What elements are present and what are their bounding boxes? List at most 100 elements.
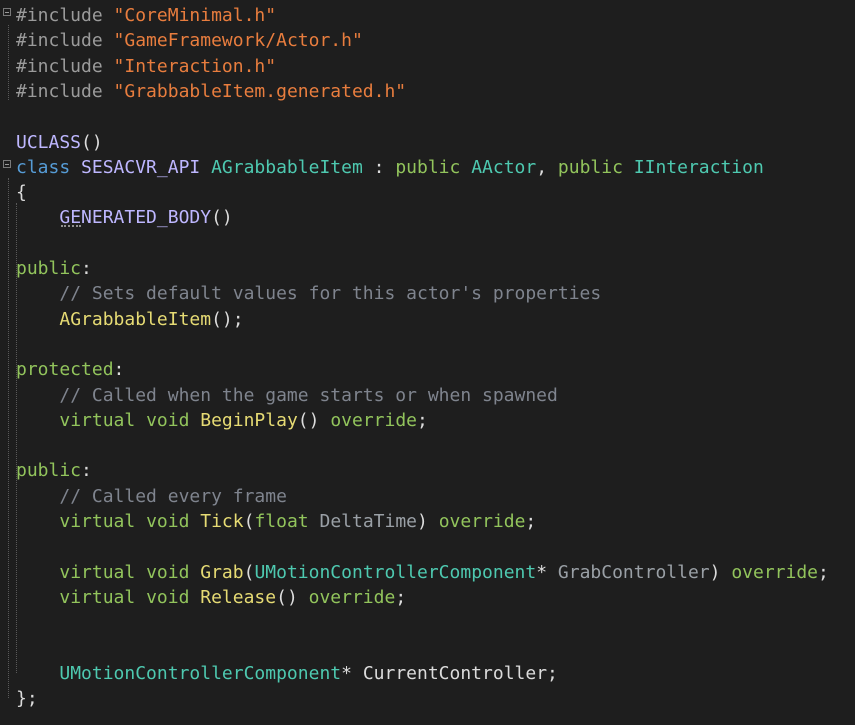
code-token: public (557, 156, 634, 178)
code-token: AGrabbableItem (59, 308, 212, 330)
code-token: , (536, 156, 558, 178)
code-line-text: #include "GameFramework/Actor.h" (16, 28, 363, 53)
code-token: ( (243, 561, 255, 583)
code-token: : (81, 460, 92, 482)
code-token: : (81, 258, 92, 279)
code-line-text: }; (16, 686, 38, 711)
code-token: virtual (59, 409, 147, 431)
code-token: Grab (200, 561, 244, 583)
code-token: override (330, 409, 418, 431)
code-token: void (146, 409, 201, 431)
code-token: "GameFramework/Actor.h" (113, 30, 363, 52)
code-token: virtual (59, 511, 147, 532)
code-token: () (211, 207, 233, 229)
code-line-text: class SESACVR_API AGrabbableItem : publi… (16, 155, 764, 180)
code-token: GrabController (557, 561, 710, 583)
code-line-text: { (16, 180, 27, 205)
code-token: ; (525, 511, 537, 532)
code-line-text: UMotionControllerComponent* CurrentContr… (16, 661, 558, 686)
code-token: UMotionControllerComponent (59, 662, 342, 684)
code-token: void (146, 561, 201, 583)
code-token: #include (16, 30, 114, 52)
code-line-text: #include "GrabbableItem.generated.h" (16, 79, 406, 104)
code-token: () (81, 131, 103, 153)
code-token: "CoreMinimal.h" (113, 5, 277, 26)
code-token: // Sets default values for this actor's … (59, 283, 602, 305)
code-token: #include (16, 55, 114, 77)
code-token: ; (417, 409, 428, 431)
indent-guide-class (8, 178, 9, 698)
code-line-text: public: (16, 458, 92, 483)
code-token: { (16, 182, 27, 204)
code-token: }; (16, 688, 38, 710)
code-token: ; (818, 561, 829, 583)
code-line-text: GENERATED_BODY() (16, 205, 233, 230)
code-token: * (536, 561, 558, 583)
code-token: void (146, 511, 201, 532)
code-token: UMotionControllerComponent (254, 561, 537, 583)
code-line-text: public: (16, 256, 92, 281)
code-token: DeltaTime (319, 511, 418, 532)
code-token: "GrabbableItem.generated.h" (113, 80, 407, 102)
code-line-text: // Sets default values for this actor's … (16, 281, 601, 306)
code-token: ) (709, 561, 732, 583)
code-token: AGrabbableItem (211, 156, 374, 178)
code-line-text: #include "CoreMinimal.h" (16, 3, 276, 28)
fold-toggle-class[interactable] (3, 160, 11, 168)
code-token: protected (16, 359, 114, 381)
code-line-text: UCLASS() (16, 130, 103, 155)
code-token: BeginPlay (200, 409, 298, 431)
code-token: ; (395, 586, 407, 608)
code-token: UCLASS (16, 131, 82, 153)
code-line-text: AGrabbableItem(); (16, 307, 244, 332)
code-token: public (16, 460, 82, 482)
code-token: () (297, 409, 331, 431)
code-token: ( (243, 511, 255, 532)
code-token: : (113, 359, 125, 381)
code-token: #include (16, 5, 114, 26)
code-token: : (373, 156, 396, 178)
code-token: (); (211, 308, 244, 330)
fold-toggle-includes[interactable] (3, 8, 11, 16)
code-token: ) (417, 511, 439, 532)
code-token: virtual (59, 561, 147, 583)
code-token: ; (547, 662, 558, 684)
code-token: #include (16, 80, 114, 102)
code-token: override (308, 586, 396, 608)
code-token: void (146, 586, 201, 608)
code-token: SESACVR_API (81, 156, 212, 178)
code-line-text: // Called when the game starts or when s… (16, 383, 558, 408)
code-line-text: virtual void BeginPlay() override; (16, 408, 428, 433)
code-token: * (341, 662, 363, 684)
code-token: override (731, 561, 819, 583)
code-line-text: virtual void Release() override; (16, 585, 406, 610)
code-token: IInteraction (633, 156, 764, 178)
code-token: public (16, 258, 82, 279)
code-line-text: // Called every frame (16, 484, 287, 509)
code-editor[interactable]: #include "CoreMinimal.h" #include "GameFr… (0, 0, 855, 725)
code-line-text: #include "Interaction.h" (16, 54, 276, 79)
code-token: CurrentController (362, 662, 548, 684)
code-line-text: virtual void Grab(UMotionControllerCompo… (16, 560, 829, 585)
code-line-text: protected: (16, 357, 124, 382)
code-token: () (276, 586, 309, 608)
code-token: float (254, 511, 320, 532)
code-token: Release (200, 586, 277, 608)
code-token: AActor (471, 156, 537, 178)
code-token: // Called every frame (59, 485, 287, 507)
code-token: override (438, 511, 526, 532)
code-token: GENERATED_BODY (59, 207, 212, 229)
code-token: virtual (59, 586, 147, 608)
code-token: public (395, 156, 472, 178)
code-token: Tick (200, 511, 244, 532)
